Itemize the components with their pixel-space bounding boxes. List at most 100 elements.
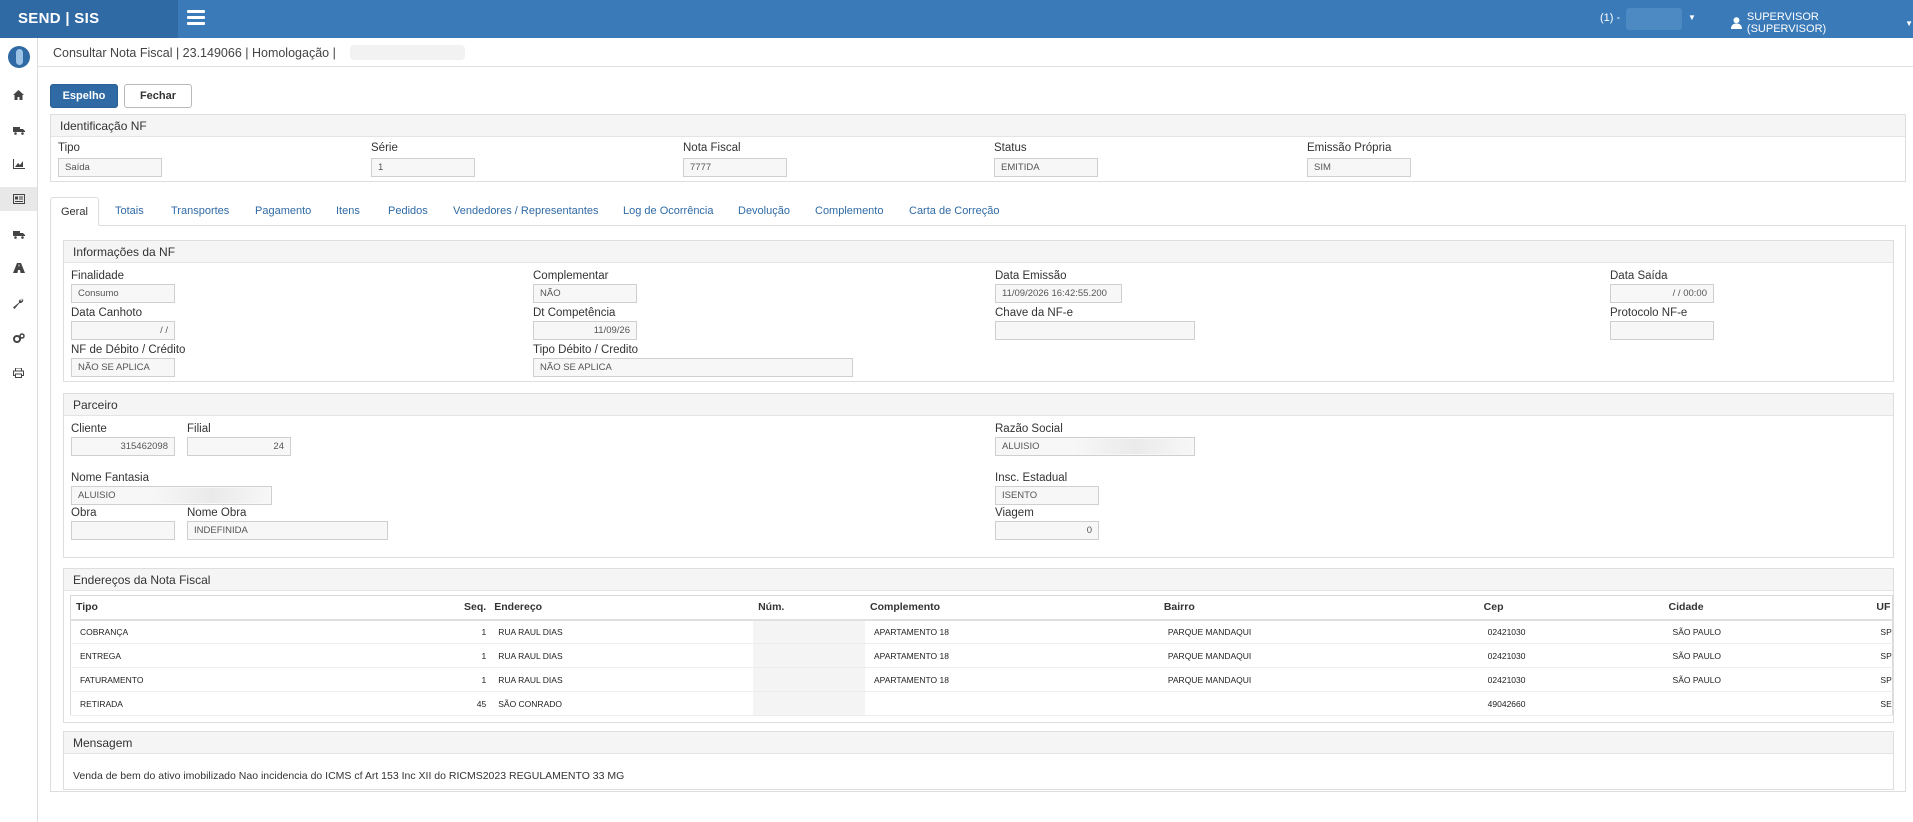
complementar-field[interactable]: NÃO [533,284,637,303]
complementar-label: Complementar [533,270,609,282]
brand-logo-text[interactable]: SEND | SIS [0,0,178,38]
tab-geral[interactable]: Geral [50,197,99,226]
tab-bar: Geral Totais Transportes Pagamento Itens… [50,197,1906,226]
cell-uf: SE [1871,691,1893,716]
panel-title: Endereços da Nota Fiscal [64,569,1893,591]
status-field[interactable]: EMITIDA [994,158,1098,177]
tab-totais[interactable]: Totais [115,197,144,226]
finalidade-field[interactable]: Consumo [71,284,175,303]
cell-bairro: PARQUE MANDAQUI [1158,619,1479,644]
home-icon[interactable] [0,83,37,107]
tab-pagamento[interactable]: Pagamento [255,197,311,226]
table-row[interactable]: FATURAMENTO 1 RUA RAUL DIAS APARTAMENTO … [70,667,1893,692]
col-endereco[interactable]: Endereço [489,595,754,621]
nome-fantasia-field[interactable]: ALUISIO [71,486,272,505]
chevron-down-icon: ▼ [1905,18,1913,28]
data-canhoto-label: Data Canhoto [71,307,142,319]
col-seq[interactable]: Seq. [395,595,490,621]
table-row[interactable]: ENTREGA 1 RUA RAUL DIAS APARTAMENTO 18 P… [70,643,1893,668]
panel-title: Identificação NF [51,115,1905,137]
tab-log-ocorrencia[interactable]: Log de Ocorrência [623,197,714,226]
cell-bairro: PARQUE MANDAQUI [1158,667,1479,692]
serie-field[interactable]: 1 [371,158,475,177]
fechar-button[interactable]: Fechar [124,84,192,108]
chave-nfe-field[interactable] [995,321,1195,340]
unit-selector-value[interactable] [1626,8,1682,30]
tab-devolucao[interactable]: Devolução [738,197,790,226]
redacted-text [350,45,465,60]
data-saida-field[interactable]: / / 00:00 [1610,284,1714,303]
sidebar [0,38,38,822]
nome-fantasia-label: Nome Fantasia [71,472,149,484]
menu-toggle-icon[interactable] [187,10,205,26]
finalidade-label: Finalidade [71,270,125,282]
emissao-propria-field[interactable]: SIM [1307,158,1411,177]
table-row[interactable]: COBRANÇA 1 RUA RAUL DIAS APARTAMENTO 18 … [70,619,1893,644]
col-cep[interactable]: Cep [1478,595,1664,621]
cell-complemento [865,691,1159,716]
tab-pedidos[interactable]: Pedidos [388,197,428,226]
tab-carta-correcao[interactable]: Carta de Correção [909,197,1000,226]
cell-seq: 1 [395,619,490,644]
nota-fiscal-field[interactable]: 7777 [683,158,787,177]
protocolo-nfe-field[interactable] [1610,321,1714,340]
nome-obra-field[interactable]: INDEFINIDA [187,521,388,540]
protocolo-nfe-label: Protocolo NF-e [1610,307,1688,319]
insc-estadual-field[interactable]: ISENTO [995,486,1099,505]
col-uf[interactable]: UF [1871,595,1893,621]
data-emissao-field[interactable]: 11/09/2026 16:42:55.200 [995,284,1122,303]
print-icon[interactable] [0,361,37,385]
divider [38,66,1913,67]
app-logo-icon[interactable] [8,46,30,68]
tipo-debito-field[interactable]: NÃO SE APLICA [533,358,853,377]
col-tipo[interactable]: Tipo [70,595,396,621]
invoice-icon[interactable] [0,187,37,211]
cell-num [753,643,866,668]
truck-icon[interactable] [0,222,37,246]
user-name: SUPERVISOR (SUPERVISOR) [1746,11,1827,35]
col-num[interactable]: Núm. [753,595,866,621]
cell-bairro: PARQUE MANDAQUI [1158,643,1479,668]
enderecos-table: Tipo Seq. Endereço Núm. Complemento Bair… [70,595,1893,716]
razao-social-field[interactable]: ALUISIO [995,437,1195,456]
col-cidade[interactable]: Cidade [1663,595,1872,621]
razao-social-label: Razão Social [995,423,1063,435]
truck-icon[interactable] [0,118,37,142]
cell-endereco: SÃO CONRADO [489,691,754,716]
tipo-field[interactable]: Saída [58,158,162,177]
cell-seq: 1 [395,667,490,692]
road-icon[interactable] [0,256,37,280]
filial-label: Filial [187,423,211,435]
tab-itens[interactable]: Itens [336,197,360,226]
status-label: Status [994,142,1027,154]
cell-cidade: SÃO PAULO [1663,619,1872,644]
chevron-down-icon[interactable]: ▼ [1688,13,1696,22]
viagem-field[interactable]: 0 [995,521,1099,540]
espelho-button[interactable]: Espelho [50,84,118,108]
page-title: Consultar Nota Fiscal | 23.149066 | Homo… [53,46,336,60]
wrench-icon[interactable] [0,291,37,315]
chart-area-icon[interactable] [0,152,37,176]
tab-complemento[interactable]: Complemento [815,197,883,226]
dt-competencia-field[interactable]: 11/09/26 [533,321,637,340]
unit-selector-label[interactable]: (1) - [1600,12,1620,24]
table-row[interactable]: RETIRADA 45 SÃO CONRADO 49042660 SE [70,691,1893,716]
nf-debito-field[interactable]: NÃO SE APLICA [71,358,175,377]
col-bairro[interactable]: Bairro [1158,595,1479,621]
cell-uf: SP [1871,667,1893,692]
cell-tipo: COBRANÇA [70,619,396,644]
tab-transportes[interactable]: Transportes [171,197,229,226]
user-menu[interactable]: SUPERVISOR (SUPERVISOR) ▼ [1731,11,1913,35]
data-canhoto-field[interactable]: / / [71,321,175,340]
tab-vendedores[interactable]: Vendedores / Representantes [453,197,599,226]
cell-cep: 02421030 [1478,619,1664,644]
filial-field[interactable]: 24 [187,437,291,456]
obra-field[interactable] [71,521,175,540]
razao-social-value: ALUISIO [1002,441,1040,452]
nome-obra-label: Nome Obra [187,507,247,519]
col-complemento[interactable]: Complemento [865,595,1159,621]
panel-title: Informações da NF [64,241,1893,263]
cliente-field[interactable]: 315462098 [71,437,175,456]
insc-estadual-label: Insc. Estadual [995,472,1068,484]
gears-icon[interactable] [0,326,37,350]
